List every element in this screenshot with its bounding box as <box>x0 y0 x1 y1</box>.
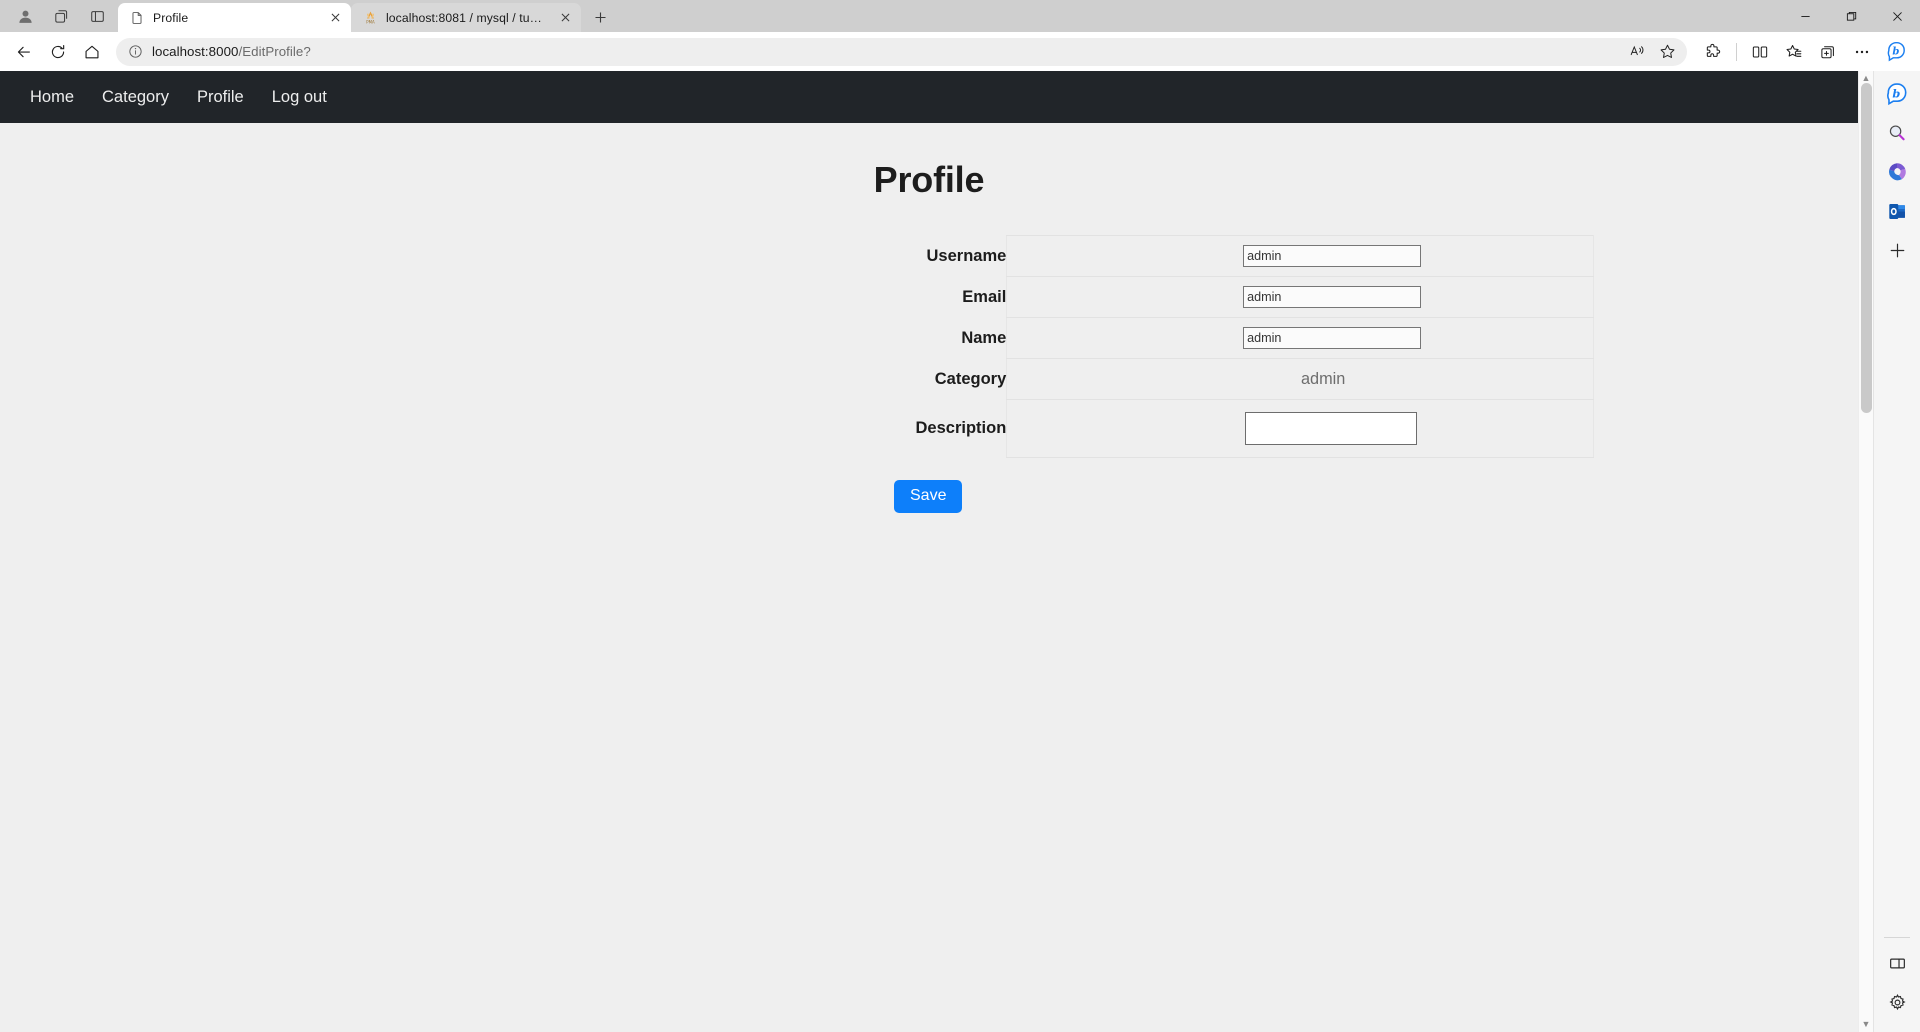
nav-link-logout[interactable]: Log out <box>258 80 341 115</box>
form-row-name: Name <box>264 317 1594 359</box>
tab-strip-leading-icons <box>4 0 118 32</box>
field-cell-description <box>1006 399 1594 458</box>
field-cell-username <box>1006 235 1594 277</box>
favorite-star-icon[interactable] <box>1653 40 1681 64</box>
scrollbar-thumb[interactable] <box>1860 83 1872 413</box>
field-cell-name <box>1006 317 1594 359</box>
form-row-category: Category admin <box>264 358 1594 400</box>
settings-and-more-icon[interactable] <box>1846 36 1878 68</box>
toolbar-divider <box>1736 42 1737 61</box>
scrollbar-track[interactable] <box>1859 83 1874 1020</box>
browser-tab-phpmyadmin[interactable]: PMA localhost:8081 / mysql / tubes-d <box>351 3 581 32</box>
outlook-icon[interactable] <box>1880 194 1914 228</box>
back-button[interactable] <box>8 36 40 68</box>
field-cell-email <box>1006 276 1594 318</box>
form-row-username: Username <box>264 235 1594 277</box>
sidebar-settings-icon[interactable] <box>1880 985 1914 1019</box>
svg-text:PMA: PMA <box>366 19 375 24</box>
home-button[interactable] <box>76 36 108 68</box>
browser-window: Profile PMA localhost:8081 / mysql / tub… <box>0 0 1920 1032</box>
page-icon <box>129 10 145 26</box>
close-window-button[interactable] <box>1874 0 1920 32</box>
split-screen-icon[interactable] <box>1744 36 1776 68</box>
site-information-icon[interactable] <box>124 44 146 59</box>
browser-toolbar: localhost:8000/EditProfile? b <box>0 32 1920 71</box>
browser-essentials-icon[interactable] <box>44 2 78 30</box>
name-input[interactable] <box>1243 327 1422 349</box>
address-bar-url[interactable]: localhost:8000/EditProfile? <box>146 44 1623 59</box>
collections-icon[interactable] <box>1812 36 1844 68</box>
form-row-description: Description <box>264 399 1594 458</box>
nav-link-profile[interactable]: Profile <box>183 80 258 115</box>
new-tab-button[interactable] <box>585 3 615 31</box>
scroll-down-arrow[interactable]: ▼ <box>1862 1020 1871 1029</box>
svg-text:b: b <box>1892 46 1899 57</box>
save-button[interactable]: Save <box>894 480 963 513</box>
close-icon[interactable] <box>556 8 575 27</box>
favorites-icon[interactable] <box>1778 36 1810 68</box>
tab-title: Profile <box>153 10 189 25</box>
scroll-up-arrow[interactable]: ▲ <box>1862 74 1871 83</box>
search-icon[interactable] <box>1880 116 1914 150</box>
nav-link-category[interactable]: Category <box>88 80 183 115</box>
label-username: Username <box>926 246 1007 265</box>
profile-form: Username Email <box>0 235 1858 513</box>
tab-strip: Profile PMA localhost:8081 / mysql / tub… <box>0 0 1920 32</box>
window-controls <box>1782 0 1920 32</box>
phpmyadmin-icon: PMA <box>362 10 378 26</box>
extensions-icon[interactable] <box>1697 36 1729 68</box>
label-category: Category <box>934 369 1007 388</box>
refresh-button[interactable] <box>42 36 74 68</box>
svg-text:b: b <box>1892 86 1900 100</box>
page-title: Profile <box>873 159 985 200</box>
save-button-row: Save <box>264 480 1594 513</box>
nav-link-home[interactable]: Home <box>16 80 88 115</box>
copilot-icon[interactable]: b <box>1880 36 1912 68</box>
close-icon[interactable] <box>326 8 345 27</box>
site-navbar: Home Category Profile Log out <box>0 71 1858 123</box>
microsoft-365-icon[interactable] <box>1880 155 1914 189</box>
sidebar-divider <box>1884 937 1910 938</box>
address-bar[interactable]: localhost:8000/EditProfile? <box>116 37 1687 66</box>
minimize-button[interactable] <box>1782 0 1828 32</box>
add-sidebar-app-icon[interactable] <box>1880 233 1914 267</box>
url-path: /EditProfile? <box>238 44 311 59</box>
label-name: Name <box>961 328 1007 347</box>
description-textarea[interactable] <box>1245 412 1418 445</box>
form-row-email: Email <box>264 276 1594 318</box>
label-email: Email <box>962 287 1007 306</box>
profile-form-table: Username Email <box>264 235 1594 458</box>
tab-actions-icon[interactable] <box>80 2 114 30</box>
edge-sidebar: b <box>1873 71 1920 1032</box>
profile-avatar-icon[interactable] <box>8 2 42 30</box>
username-input[interactable] <box>1243 245 1422 267</box>
browser-tab-profile[interactable]: Profile <box>118 3 351 32</box>
field-cell-category: admin <box>1006 358 1594 400</box>
tab-title: localhost:8081 / mysql / tubes-d <box>386 10 548 25</box>
split-screen-sidebar-icon[interactable] <box>1880 946 1914 980</box>
label-description: Description <box>915 419 1007 437</box>
category-value: admin <box>1300 369 1346 388</box>
maximize-restore-button[interactable] <box>1828 0 1874 32</box>
copilot-bing-icon[interactable]: b <box>1880 77 1914 111</box>
read-aloud-icon[interactable] <box>1623 40 1651 64</box>
web-page-viewport: Home Category Profile Log out Profile Us… <box>0 71 1858 1032</box>
web-page: Home Category Profile Log out Profile Us… <box>0 71 1858 1032</box>
url-host: localhost:8000 <box>152 44 239 59</box>
email-input[interactable] <box>1243 286 1422 308</box>
address-bar-actions <box>1623 40 1681 64</box>
content-area: Home Category Profile Log out Profile Us… <box>0 71 1920 1032</box>
page-scrollbar[interactable]: ▲ ▼ <box>1858 71 1873 1032</box>
